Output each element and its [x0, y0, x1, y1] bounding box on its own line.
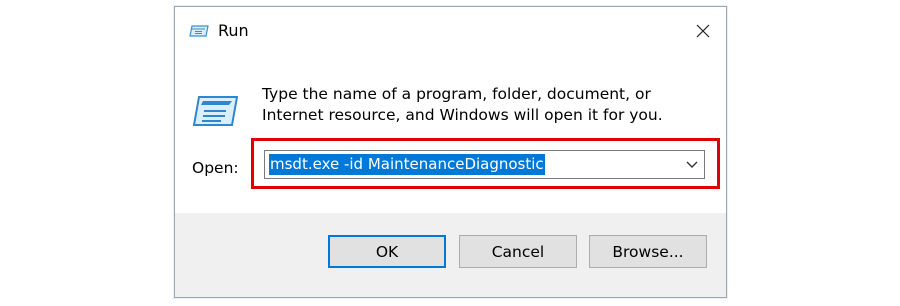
chevron-down-icon[interactable] — [685, 159, 699, 171]
browse-button[interactable]: Browse... — [589, 235, 707, 268]
run-dialog: Run Type the name of a program, folder, … — [174, 6, 727, 298]
window-title: Run — [218, 21, 249, 40]
run-icon — [189, 25, 209, 37]
close-button[interactable] — [680, 7, 726, 55]
open-input[interactable]: msdt.exe -id MaintenanceDiagnostic — [269, 154, 545, 175]
open-combobox[interactable]: msdt.exe -id MaintenanceDiagnostic — [264, 150, 705, 179]
ok-button[interactable]: OK — [328, 235, 446, 268]
open-label: Open: — [192, 159, 239, 177]
instruction-text: Type the name of a program, folder, docu… — [262, 85, 663, 124]
dialog-content: Type the name of a program, folder, docu… — [175, 55, 726, 213]
cancel-button[interactable]: Cancel — [459, 235, 577, 268]
close-icon — [696, 24, 710, 38]
run-icon — [192, 96, 239, 126]
title-bar[interactable]: Run — [175, 7, 726, 55]
